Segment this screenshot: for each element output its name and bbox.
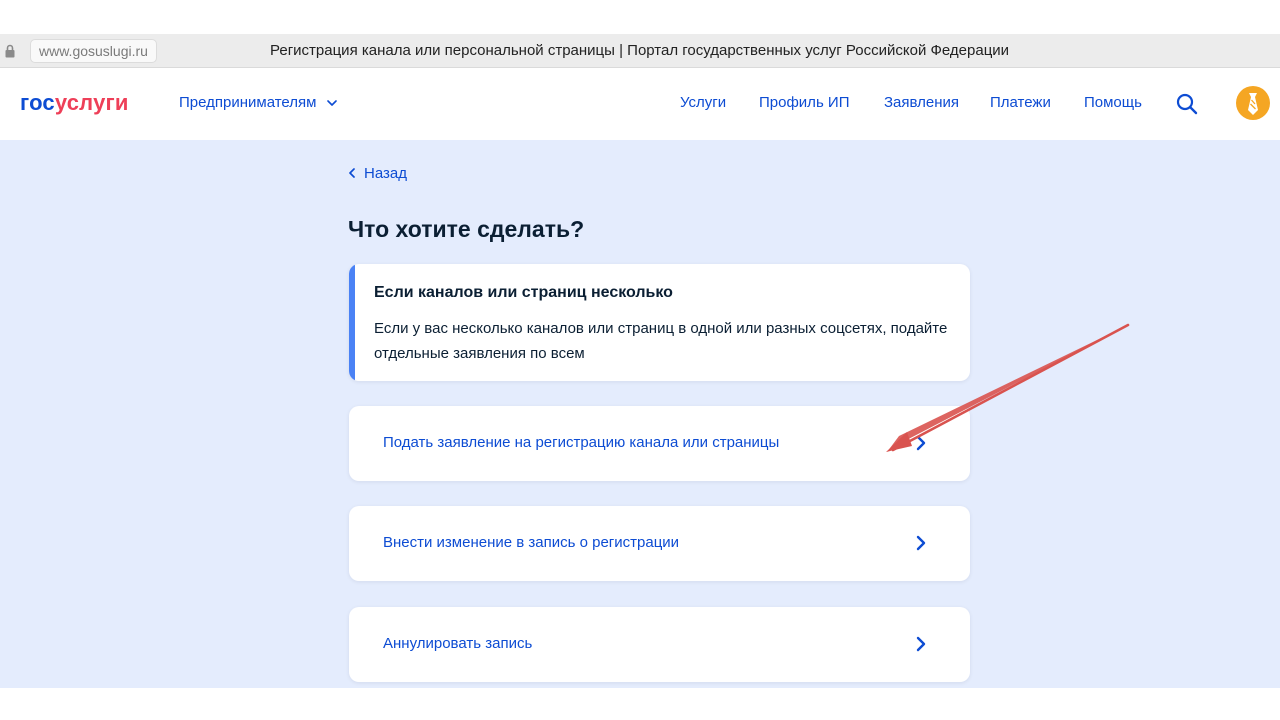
nav-applications[interactable]: Заявления (884, 94, 959, 111)
chevron-right-icon (916, 435, 926, 451)
bottom-margin (0, 688, 1280, 720)
info-accent-bar (349, 264, 355, 381)
user-avatar[interactable] (1236, 86, 1270, 120)
logo-part-gos: гос (20, 90, 55, 115)
browser-bar: www.gosuslugi.ru Регистрация канала или … (0, 34, 1280, 68)
lock-icon (5, 44, 15, 58)
chevron-right-icon (916, 535, 926, 551)
segment-label: Предпринимателям (179, 94, 317, 111)
logo-part-uslugi: услуги (54, 90, 129, 115)
url-field[interactable]: www.gosuslugi.ru (30, 39, 157, 63)
gosuslugi-logo[interactable]: госуслуги (20, 90, 129, 116)
chevron-left-icon (349, 168, 355, 178)
option-register-button[interactable]: Подать заявление на регистрацию канала и… (349, 406, 970, 481)
site-header: госуслуги Предпринимателям Услуги Профил… (0, 68, 1280, 140)
back-label: Назад (364, 165, 407, 182)
option-edit-record-button[interactable]: Внести изменение в запись о регистрации (349, 506, 970, 581)
page-heading: Что хотите сделать? (348, 216, 585, 242)
option-label: Внести изменение в запись о регистрации (383, 534, 680, 551)
back-link[interactable]: Назад (348, 165, 407, 182)
main-content: Назад Что хотите сделать? Если каналов и… (0, 140, 1280, 688)
tie-icon (1248, 93, 1258, 115)
segment-dropdown[interactable]: Предпринимателям (179, 94, 337, 111)
info-title: Если каналов или страниц несколько (374, 284, 673, 301)
option-label: Подать заявление на регистрацию канала и… (383, 434, 780, 451)
page-title: Регистрация канала или персональной стра… (270, 42, 1010, 59)
nav-payments[interactable]: Платежи (990, 94, 1051, 111)
search-icon[interactable] (1176, 93, 1198, 115)
top-margin (0, 0, 1280, 34)
option-cancel-record-button[interactable]: Аннулировать запись (349, 607, 970, 682)
chevron-down-icon (326, 100, 337, 106)
option-label: Аннулировать запись (383, 635, 533, 652)
nav-profile[interactable]: Профиль ИП (759, 94, 849, 111)
info-text: Если у вас несколько каналов или страниц… (374, 320, 948, 362)
chevron-right-icon (916, 636, 926, 652)
nav-services[interactable]: Услуги (680, 94, 726, 111)
nav-help[interactable]: Помощь (1084, 94, 1142, 111)
info-card: Если каналов или страниц несколько Если … (349, 264, 970, 381)
